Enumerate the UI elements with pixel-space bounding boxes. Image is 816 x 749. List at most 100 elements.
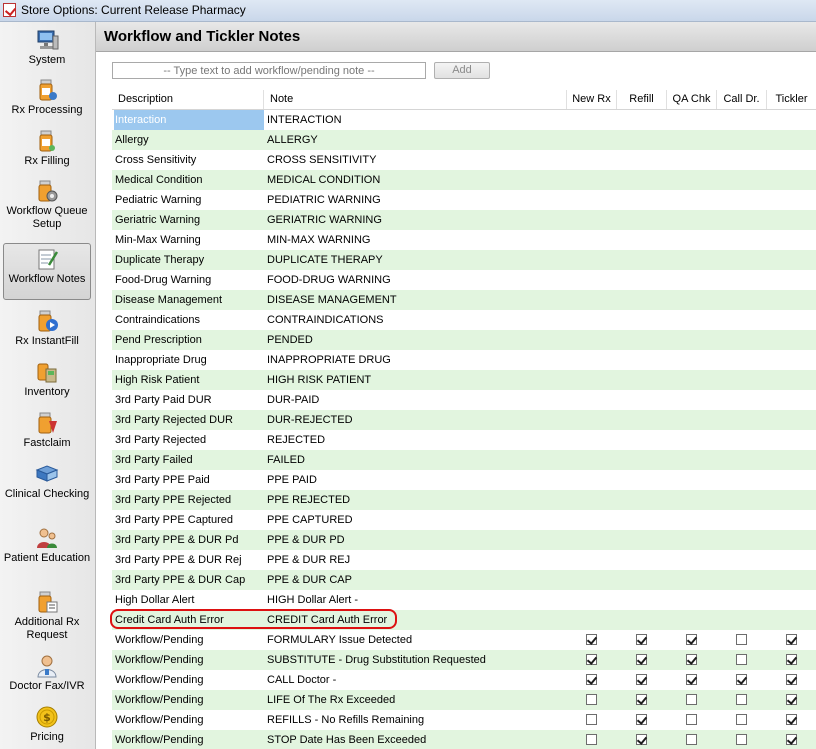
table-row[interactable]: Min-Max Warning MIN-MAX WARNING — [112, 230, 816, 250]
column-header-description[interactable]: Description — [112, 90, 264, 109]
cell-note[interactable]: PPE PAID — [267, 470, 567, 490]
table-row[interactable]: Workflow/Pending STOP Date Has Been Excee… — [112, 730, 816, 749]
add-button[interactable]: Add — [434, 62, 490, 79]
sidebar-item-pricing[interactable]: $ Pricing — [3, 705, 91, 749]
table-row[interactable]: 3rd Party Rejected DUR DUR-REJECTED — [112, 410, 816, 430]
checkbox-qa-chk[interactable] — [686, 654, 697, 665]
cell-description[interactable]: 3rd Party PPE & DUR Pd — [114, 530, 264, 550]
cell-description[interactable]: Workflow/Pending — [114, 630, 264, 650]
cell-note[interactable]: FORMULARY Issue Detected — [267, 630, 567, 650]
cell-note[interactable]: REFILLS - No Refills Remaining — [267, 710, 567, 730]
table-row[interactable]: 3rd Party Rejected REJECTED — [112, 430, 816, 450]
table-row[interactable]: Medical Condition MEDICAL CONDITION — [112, 170, 816, 190]
table-row[interactable]: Inappropriate Drug INAPPROPRIATE DRUG — [112, 350, 816, 370]
checkbox-refill[interactable] — [636, 734, 647, 745]
column-header-tickler[interactable]: Tickler — [767, 90, 816, 109]
table-row[interactable]: Credit Card Auth Error CREDIT Card Auth E… — [112, 610, 816, 630]
cell-description[interactable]: Geriatric Warning — [114, 210, 264, 230]
table-row[interactable]: 3rd Party Failed FAILED — [112, 450, 816, 470]
cell-note[interactable]: PPE & DUR PD — [267, 530, 567, 550]
table-row[interactable]: Allergy ALLERGY — [112, 130, 816, 150]
sidebar-item-inventory[interactable]: Inventory — [3, 360, 91, 404]
cell-note[interactable]: MIN-MAX WARNING — [267, 230, 567, 250]
cell-description[interactable]: 3rd Party PPE Captured — [114, 510, 264, 530]
cell-note[interactable]: PENDED — [267, 330, 567, 350]
cell-note[interactable]: CREDIT Card Auth Error — [267, 610, 567, 630]
cell-description[interactable]: 3rd Party PPE & DUR Cap — [114, 570, 264, 590]
checkbox-refill[interactable] — [636, 674, 647, 685]
table-row[interactable]: High Dollar Alert HIGH Dollar Alert - — [112, 590, 816, 610]
cell-note[interactable]: SUBSTITUTE - Drug Substitution Requested — [267, 650, 567, 670]
table-row[interactable]: Duplicate Therapy DUPLICATE THERAPY — [112, 250, 816, 270]
checkbox-tickler[interactable] — [786, 654, 797, 665]
table-row[interactable]: Interaction INTERACTION — [112, 110, 816, 130]
table-row[interactable]: 3rd Party PPE Captured PPE CAPTURED — [112, 510, 816, 530]
cell-description[interactable]: Duplicate Therapy — [114, 250, 264, 270]
cell-description[interactable]: 3rd Party Rejected DUR — [114, 410, 264, 430]
table-row[interactable]: Cross Sensitivity CROSS SENSITIVITY — [112, 150, 816, 170]
cell-note[interactable]: INAPPROPRIATE DRUG — [267, 350, 567, 370]
table-row[interactable]: Workflow/Pending FORMULARY Issue Detected — [112, 630, 816, 650]
cell-description[interactable]: 3rd Party PPE & DUR Rej — [114, 550, 264, 570]
cell-note[interactable]: DISEASE MANAGEMENT — [267, 290, 567, 310]
sidebar-item-workflow-notes[interactable]: Workflow Notes — [3, 243, 91, 300]
checkbox-call-dr[interactable] — [736, 654, 747, 665]
cell-note[interactable]: PEDIATRIC WARNING — [267, 190, 567, 210]
table-row[interactable]: 3rd Party Paid DUR DUR-PAID — [112, 390, 816, 410]
cell-note[interactable]: GERIATRIC WARNING — [267, 210, 567, 230]
table-row[interactable]: Workflow/Pending LIFE Of The Rx Exceeded — [112, 690, 816, 710]
cell-note[interactable]: HIGH Dollar Alert - — [267, 590, 567, 610]
cell-description[interactable]: Credit Card Auth Error — [114, 610, 264, 630]
sidebar-item-workflow-queue-setup[interactable]: Workflow Queue Setup — [3, 179, 91, 237]
cell-description[interactable]: Inappropriate Drug — [114, 350, 264, 370]
table-row[interactable]: Disease Management DISEASE MANAGEMENT — [112, 290, 816, 310]
cell-note[interactable]: DUR-PAID — [267, 390, 567, 410]
table-row[interactable]: Workflow/Pending REFILLS - No Refills Rem… — [112, 710, 816, 730]
checkbox-qa-chk[interactable] — [686, 734, 697, 745]
cell-note[interactable]: PPE & DUR REJ — [267, 550, 567, 570]
cell-description[interactable]: 3rd Party Rejected — [114, 430, 264, 450]
cell-description[interactable]: 3rd Party Paid DUR — [114, 390, 264, 410]
column-header-refill[interactable]: Refill — [617, 90, 667, 109]
cell-description[interactable]: Workflow/Pending — [114, 710, 264, 730]
cell-description[interactable]: Contraindications — [114, 310, 264, 330]
table-row[interactable]: 3rd Party PPE & DUR Cap PPE & DUR CAP — [112, 570, 816, 590]
cell-note[interactable]: INTERACTION — [267, 110, 567, 130]
sidebar-item-fastclaim[interactable]: Fastclaim — [3, 411, 91, 455]
cell-description[interactable]: High Risk Patient — [114, 370, 264, 390]
checkbox-refill[interactable] — [636, 694, 647, 705]
cell-note[interactable]: PPE & DUR CAP — [267, 570, 567, 590]
table-row[interactable]: 3rd Party PPE & DUR Rej PPE & DUR REJ — [112, 550, 816, 570]
table-row[interactable]: 3rd Party PPE & DUR Pd PPE & DUR PD — [112, 530, 816, 550]
cell-note[interactable]: REJECTED — [267, 430, 567, 450]
table-row[interactable]: Workflow/Pending SUBSTITUTE - Drug Substi… — [112, 650, 816, 670]
checkbox-call-dr[interactable] — [736, 634, 747, 645]
cell-note[interactable]: FOOD-DRUG WARNING — [267, 270, 567, 290]
checkbox-call-dr[interactable] — [736, 674, 747, 685]
checkbox-new-rx[interactable] — [586, 634, 597, 645]
cell-note[interactable]: FAILED — [267, 450, 567, 470]
checkbox-refill[interactable] — [636, 714, 647, 725]
sidebar-item-rx-instantfill[interactable]: Rx InstantFill — [3, 309, 91, 353]
cell-description[interactable]: Interaction — [114, 110, 264, 130]
cell-description[interactable]: 3rd Party PPE Paid — [114, 470, 264, 490]
cell-note[interactable]: DUR-REJECTED — [267, 410, 567, 430]
checkbox-call-dr[interactable] — [736, 714, 747, 725]
column-header-qa-chk[interactable]: QA Chk — [667, 90, 717, 109]
checkbox-new-rx[interactable] — [586, 714, 597, 725]
checkbox-qa-chk[interactable] — [686, 714, 697, 725]
cell-note[interactable]: MEDICAL CONDITION — [267, 170, 567, 190]
cell-description[interactable]: Disease Management — [114, 290, 264, 310]
table-row[interactable]: High Risk Patient HIGH RISK PATIENT — [112, 370, 816, 390]
cell-note[interactable]: PPE CAPTURED — [267, 510, 567, 530]
checkbox-tickler[interactable] — [786, 714, 797, 725]
sidebar-item-patient-education[interactable]: Patient Education — [3, 526, 91, 584]
cell-description[interactable]: High Dollar Alert — [114, 590, 264, 610]
table-row[interactable]: Food-Drug Warning FOOD-DRUG WARNING — [112, 270, 816, 290]
cell-note[interactable]: HIGH RISK PATIENT — [267, 370, 567, 390]
checkbox-tickler[interactable] — [786, 734, 797, 745]
checkbox-refill[interactable] — [636, 654, 647, 665]
cell-description[interactable]: 3rd Party PPE Rejected — [114, 490, 264, 510]
checkbox-refill[interactable] — [636, 634, 647, 645]
table-row[interactable]: Contraindications CONTRAINDICATIONS — [112, 310, 816, 330]
